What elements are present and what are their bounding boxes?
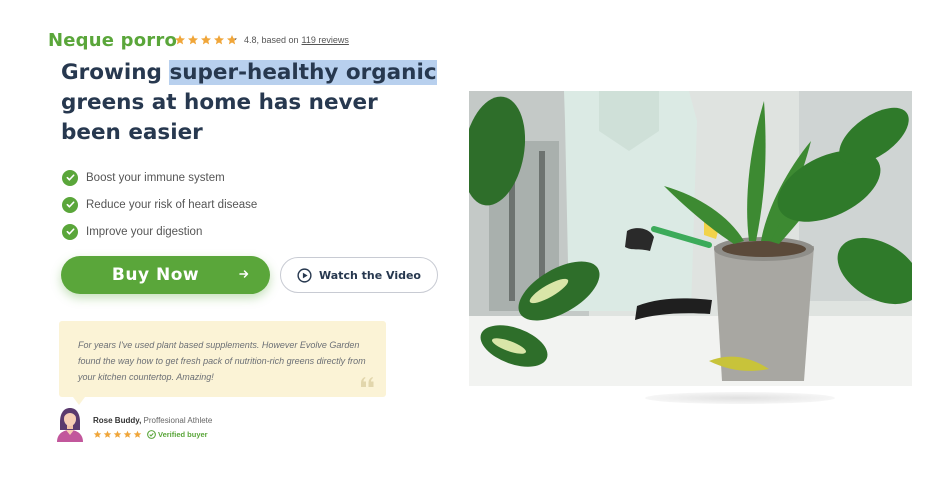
star-icon xyxy=(123,430,132,438)
benefit-item: Boost your immune system xyxy=(62,164,257,191)
benefit-item: Reduce your risk of heart disease xyxy=(62,191,257,218)
watch-video-label: Watch the Video xyxy=(319,268,421,282)
play-circle-icon xyxy=(297,267,312,283)
benefit-text: Boost your immune system xyxy=(86,171,225,184)
star-icon xyxy=(133,430,142,438)
benefit-item: Improve your digestion xyxy=(62,218,257,245)
star-icon xyxy=(103,430,112,438)
testimonial-author: Rose Buddy, Proffesional Athlete xyxy=(93,416,212,425)
benefit-text: Reduce your risk of heart disease xyxy=(86,198,258,211)
check-circle-icon xyxy=(62,196,78,213)
verified-badge: Verified buyer xyxy=(147,430,208,439)
headline-highlight: super-healthy organic xyxy=(169,60,437,85)
page-headline: Growing super-healthy organic greens at … xyxy=(61,58,441,148)
photo-shadow xyxy=(645,392,835,404)
star-icon xyxy=(175,35,185,45)
benefits-list: Boost your immune system Reduce your ris… xyxy=(62,164,257,245)
testimonial-quote: For years I've used plant based suppleme… xyxy=(78,340,366,382)
rating-text: 4.8, based on xyxy=(244,35,299,45)
star-icon xyxy=(93,430,102,438)
author-rating-stars xyxy=(93,430,142,439)
arrow-right-icon xyxy=(239,270,249,278)
reviews-link[interactable]: 119 reviews xyxy=(302,35,349,45)
brand-name: Neque porro xyxy=(48,30,178,51)
author-avatar xyxy=(57,408,83,442)
headline-part1: Growing xyxy=(61,60,170,85)
author-role: Proffesional Athlete xyxy=(143,416,213,425)
author-meta: Verified buyer xyxy=(93,430,208,439)
buy-now-button[interactable]: Buy Now xyxy=(61,256,270,294)
quote-icon xyxy=(361,377,374,387)
headline-part2: greens at home has never been easier xyxy=(61,90,378,145)
hero-photo xyxy=(469,91,912,386)
check-circle-icon xyxy=(62,169,78,186)
benefit-text: Improve your digestion xyxy=(86,225,203,238)
star-icon xyxy=(188,35,198,45)
buy-now-label: Buy Now xyxy=(111,265,200,285)
author-name: Rose Buddy, xyxy=(93,416,142,425)
star-icon xyxy=(214,35,224,45)
check-circle-icon xyxy=(147,430,156,439)
rating-stars xyxy=(174,34,238,46)
verified-text: Verified buyer xyxy=(158,430,208,439)
watch-video-button[interactable]: Watch the Video xyxy=(280,257,438,293)
star-icon xyxy=(113,430,122,438)
rating-summary: 4.8, based on 119 reviews xyxy=(244,35,349,45)
star-half-icon xyxy=(227,35,237,45)
star-icon xyxy=(201,35,211,45)
product-rating: 4.8, based on 119 reviews xyxy=(174,34,349,46)
check-circle-icon xyxy=(62,223,78,240)
testimonial-card: For years I've used plant based suppleme… xyxy=(59,321,386,405)
